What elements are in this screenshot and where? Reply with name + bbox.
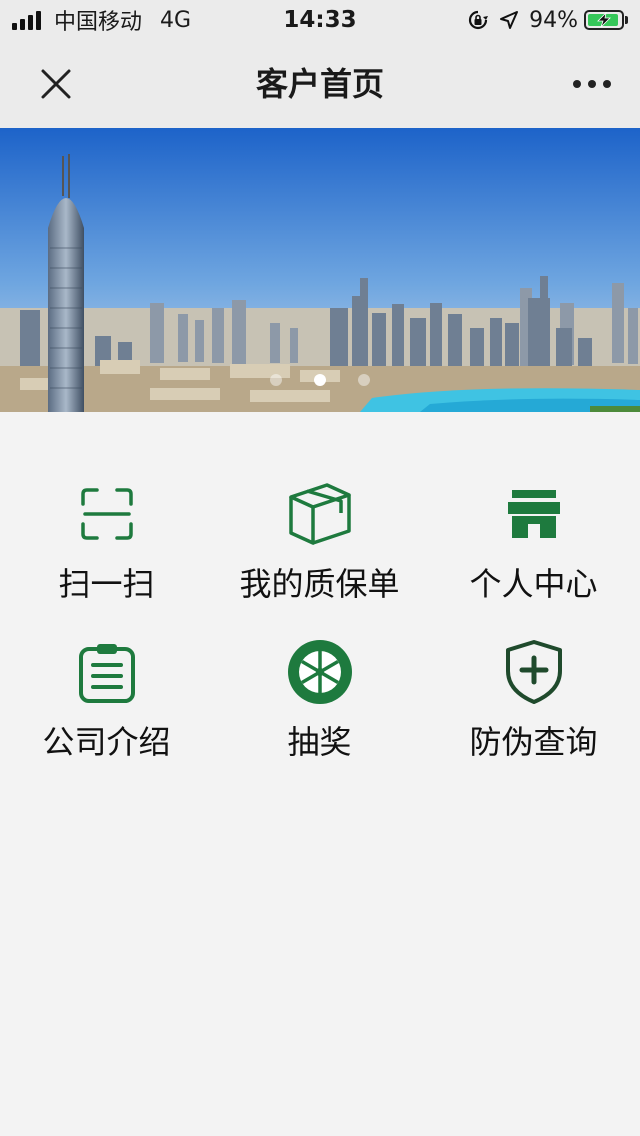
city-skyline-image	[0, 128, 640, 412]
carousel-dot[interactable]	[314, 374, 326, 386]
carousel-dot[interactable]	[358, 374, 370, 386]
charging-bolt-icon	[597, 12, 611, 28]
more-button[interactable]	[566, 60, 618, 108]
menu-item-lottery-wheel[interactable]: 抽奖	[213, 632, 426, 782]
menu-item-label: 公司介绍	[42, 723, 171, 761]
banner-carousel[interactable]	[0, 128, 640, 412]
battery-percent: 94%	[529, 7, 578, 33]
battery-tip	[625, 16, 628, 24]
menu-item-label: 抽奖	[287, 723, 352, 761]
carousel-indicator	[0, 374, 640, 386]
nav-bar: 客户首页	[0, 40, 640, 128]
status-right: 94%	[467, 6, 628, 34]
menu-item-clipboard[interactable]: 公司介绍	[0, 632, 213, 782]
shield-plus-icon	[427, 632, 640, 712]
lottery-wheel-icon	[213, 632, 426, 712]
close-button[interactable]	[30, 60, 82, 108]
menu-item-label: 个人中心	[469, 565, 598, 603]
menu-item-scan[interactable]: 扫一扫	[0, 474, 213, 624]
menu-item-label: 扫一扫	[58, 565, 155, 603]
rotation-lock-icon	[467, 9, 489, 31]
menu-item-label: 我的质保单	[239, 565, 400, 603]
menu-item-store[interactable]: 个人中心	[427, 474, 640, 624]
box-icon	[213, 474, 426, 554]
status-bar: 中国移动 4G 14:33 94%	[0, 0, 640, 40]
battery-icon	[584, 10, 624, 30]
store-icon	[427, 474, 640, 554]
menu-item-box[interactable]: 我的质保单	[213, 474, 426, 624]
location-arrow-icon	[499, 10, 519, 30]
page-title: 客户首页	[255, 65, 384, 103]
carousel-dot[interactable]	[270, 374, 282, 386]
more-icon	[573, 80, 611, 88]
menu-item-shield-plus[interactable]: 防伪查询	[427, 632, 640, 782]
menu-item-label: 防伪查询	[469, 723, 598, 761]
scan-icon	[0, 474, 213, 554]
clipboard-icon	[0, 632, 213, 712]
close-icon	[41, 69, 71, 99]
